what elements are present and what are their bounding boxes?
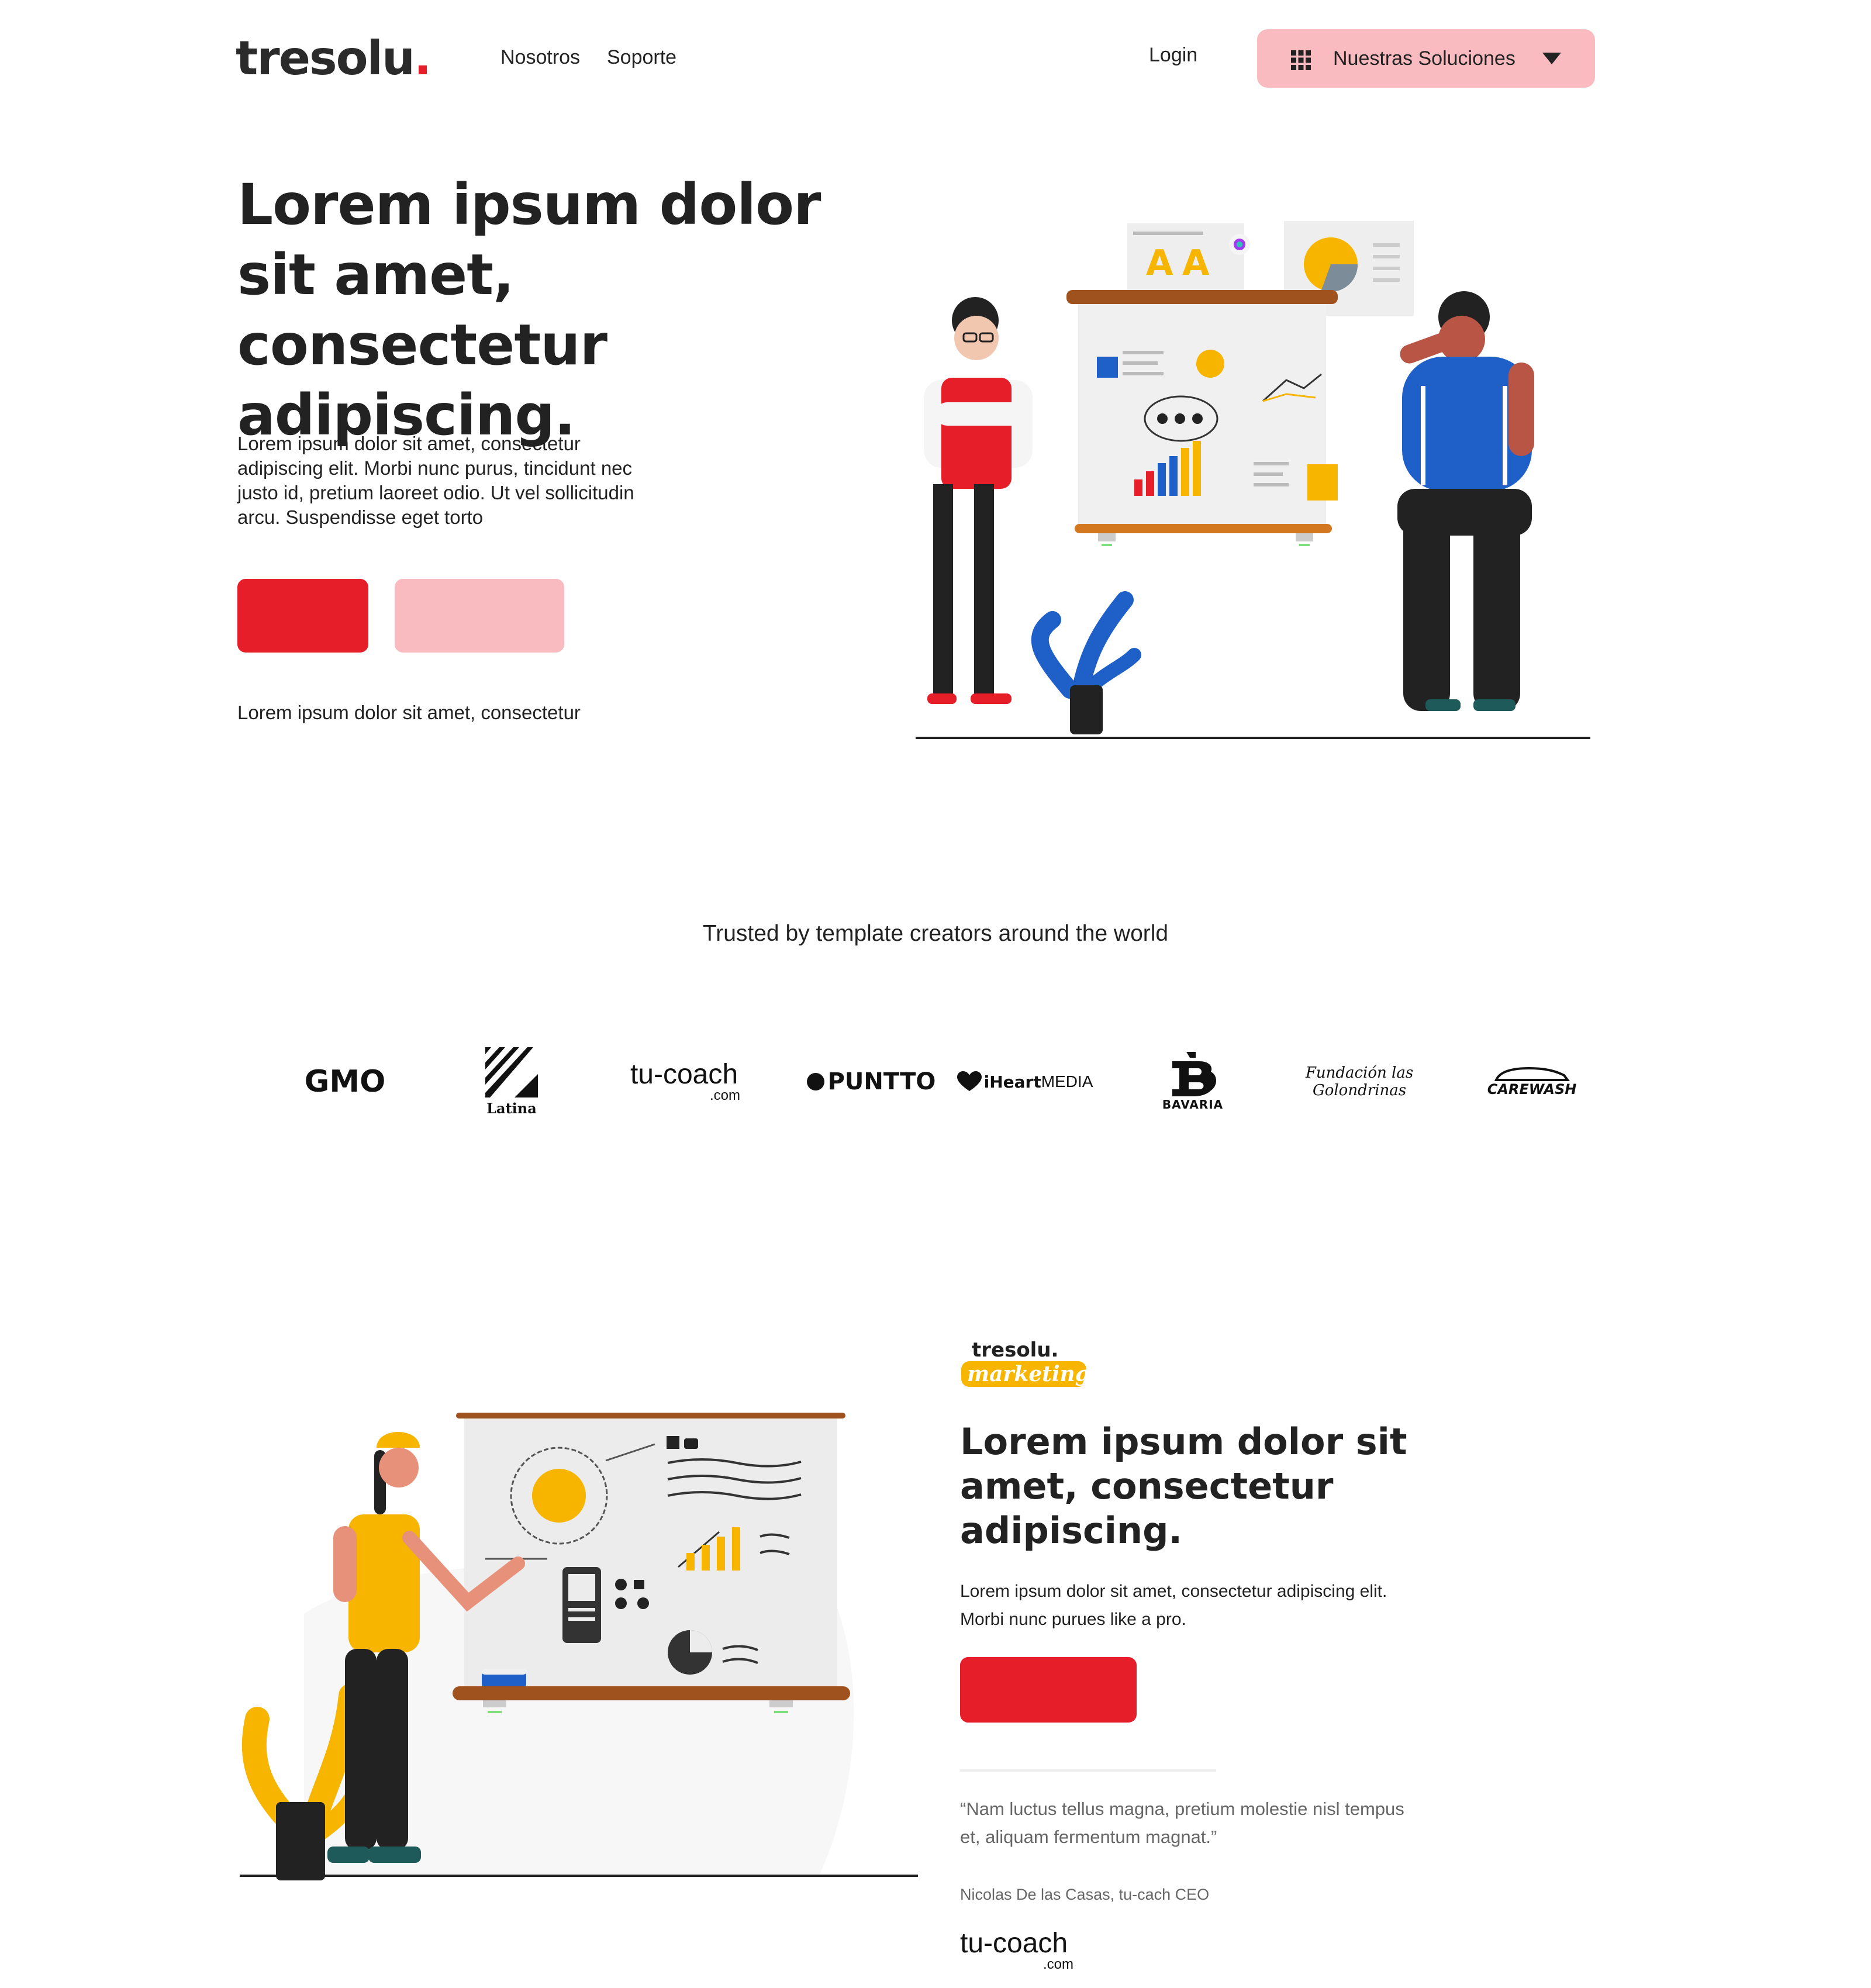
marketing-illustration xyxy=(240,1413,918,1880)
brand-logo-text: tresolu xyxy=(236,31,415,85)
grid-icon xyxy=(1291,50,1311,70)
testimonial-logo-text: tu-coach xyxy=(960,1928,1068,1959)
tresolu-marketing-logo-bottom: marketing xyxy=(967,1362,1090,1386)
partner-logo-carewash: CAREWASH xyxy=(1479,1041,1585,1123)
hero-note: Lorem ipsum dolor sit amet, consectetur xyxy=(237,702,581,723)
partner-logo-bavaria-text: BAVARIA xyxy=(1162,1097,1224,1112)
heart-icon xyxy=(957,1071,982,1091)
hero-illustration: A A xyxy=(916,221,1590,739)
caret-down-icon xyxy=(1542,53,1561,64)
partner-logo-carewash-text: CAREWASH xyxy=(1487,1081,1577,1097)
car-icon xyxy=(1494,1067,1570,1081)
partner-logo-bavaria: BAVARIA xyxy=(1128,1041,1257,1123)
tresolu-marketing-logo-top: tresolu. xyxy=(972,1338,1058,1362)
trusted-heading: Trusted by template creators around the … xyxy=(702,921,1169,946)
brand-logo[interactable]: tresolu. xyxy=(236,30,431,87)
partner-logo-golondrinas-text: Fundación las Golondrinas xyxy=(1305,1064,1414,1099)
svg-text:A: A xyxy=(1146,243,1173,284)
partner-logo-tucoach-sub: .com xyxy=(709,1088,740,1103)
partner-logo-puntto: PUNTTO xyxy=(792,1041,950,1123)
partner-logo-iheartmedia: iHeart MEDIA xyxy=(952,1041,1098,1123)
testimonial-logo-sub: .com xyxy=(1042,1956,1073,1972)
testimonial-author: Nicolas De las Casas, tu-cach CEO xyxy=(960,1886,1210,1903)
partner-logo-media-text: MEDIA xyxy=(1041,1072,1093,1090)
solutions-label: Nuestras Soluciones xyxy=(1333,47,1516,70)
partner-logo-tucoach-text: tu-coach xyxy=(630,1059,738,1090)
testimonial-company-logo: tu-coach .com xyxy=(960,1930,1077,1972)
brand-logo-dot: . xyxy=(413,31,431,85)
hero-primary-button[interactable] xyxy=(237,579,368,653)
hero-title: Lorem ipsum dolor sit amet, consectetur … xyxy=(237,172,821,448)
nav-nosotros[interactable]: Nosotros xyxy=(500,43,580,71)
partner-logo-latina-text: Latina xyxy=(486,1099,537,1117)
svg-text:A: A xyxy=(1182,243,1210,284)
partner-logo-tucoach: tu-coach .com xyxy=(614,1041,754,1123)
nav-soporte[interactable]: Soporte xyxy=(607,43,676,71)
bavaria-mark-icon xyxy=(1172,1052,1216,1096)
login-link[interactable]: Login xyxy=(1149,41,1197,69)
hero-description: Lorem ipsum dolor sit amet, consectetur … xyxy=(237,433,634,528)
tresolu-marketing-logo: tresolu. marketing xyxy=(961,1338,1090,1387)
marketing-description: Lorem ipsum dolor sit amet, consectetur … xyxy=(960,1582,1387,1629)
partner-logo-golondrinas: Fundación las Golondrinas xyxy=(1289,1041,1430,1123)
hero-secondary-button[interactable] xyxy=(395,579,564,653)
partner-logo-iheart-text: iHeart xyxy=(983,1072,1041,1092)
partner-logo-latina: Latina xyxy=(468,1041,555,1123)
puntto-dot-icon xyxy=(806,1073,824,1090)
latina-mark-icon xyxy=(485,1047,538,1097)
testimonial-quote: “Nam luctus tellus magna, pretium molest… xyxy=(960,1799,1404,1847)
partner-logo-gmo: GMO xyxy=(286,1041,403,1123)
partner-logo-puntto-text: PUNTTO xyxy=(827,1068,936,1095)
partner-logo-gmo-text: GMO xyxy=(304,1064,386,1099)
section-divider xyxy=(960,1769,1216,1772)
solutions-dropdown-button[interactable]: Nuestras Soluciones xyxy=(1257,29,1595,88)
marketing-cta-button[interactable] xyxy=(960,1657,1137,1723)
marketing-title: Lorem ipsum dolor sit amet, consectetur … xyxy=(960,1420,1407,1552)
